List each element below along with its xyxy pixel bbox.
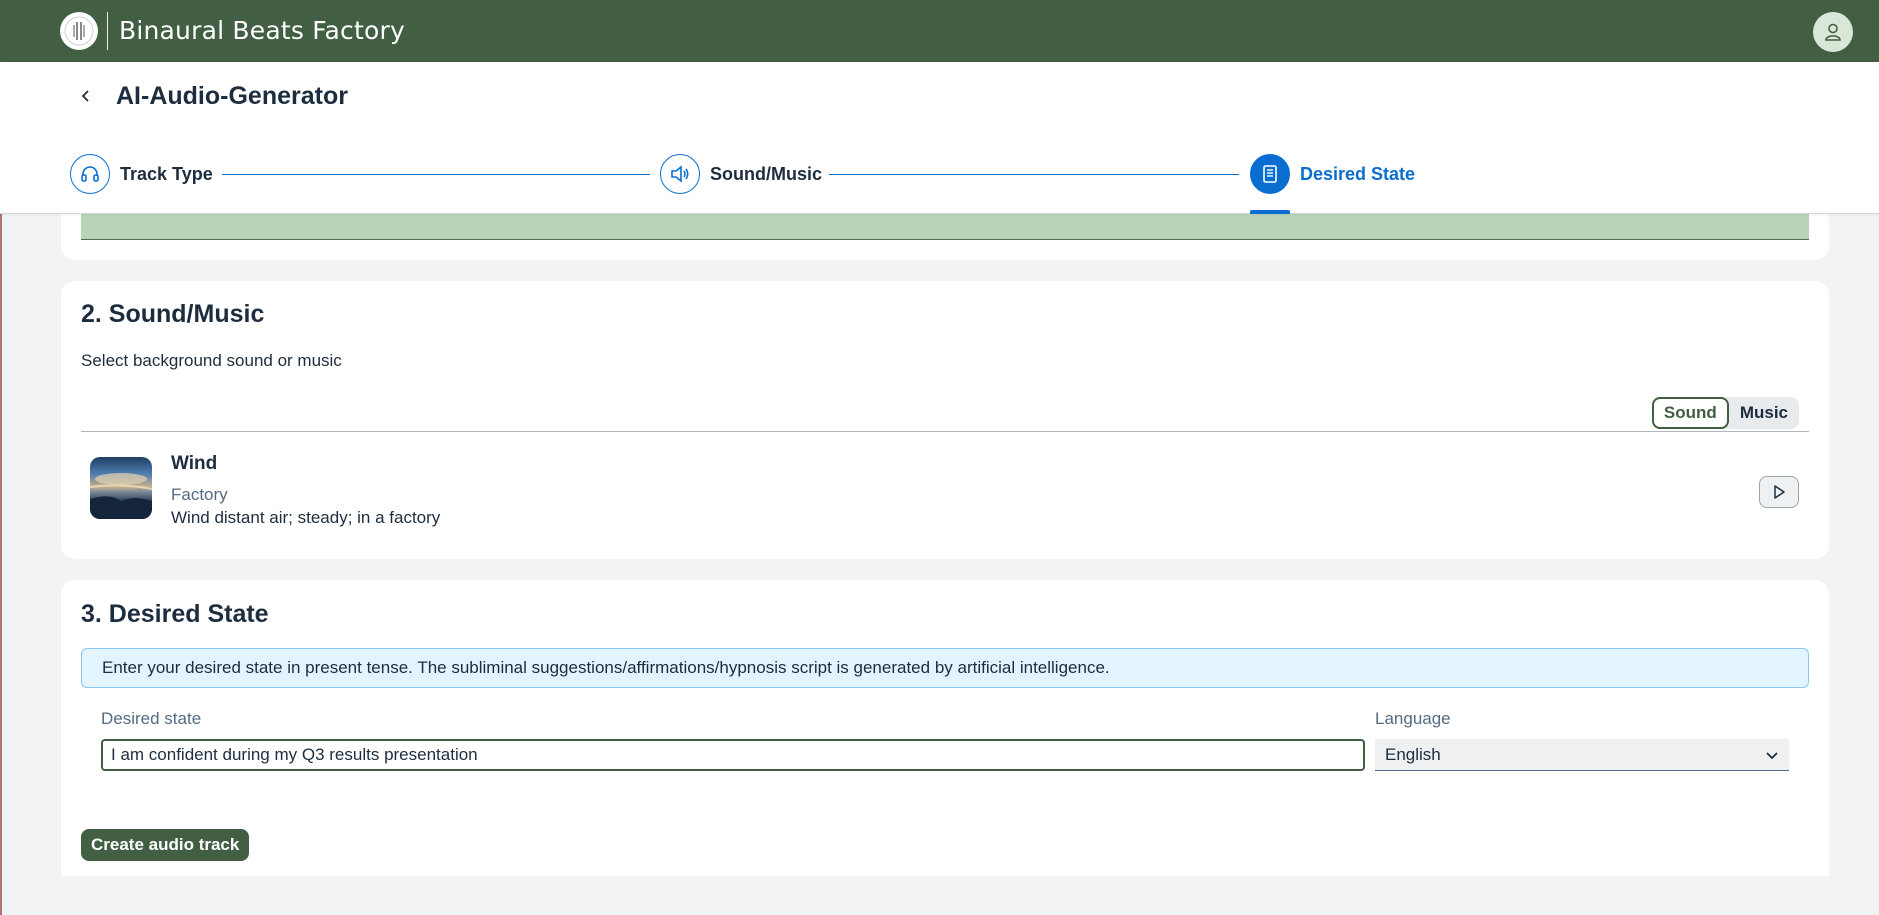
language-select[interactable]: English [1375, 739, 1789, 771]
user-avatar[interactable] [1813, 12, 1853, 52]
wind-thumbnail [90, 457, 152, 519]
sound-toggle-button[interactable]: Sound [1651, 397, 1729, 429]
page-header: AI-Audio-Generator Track Type Sound/Musi… [0, 62, 1879, 214]
sound-music-toggle: Sound Music [1651, 397, 1799, 429]
create-audio-track-button[interactable]: Create audio track [81, 829, 250, 861]
language-value: English [1385, 744, 1441, 764]
step-track-type[interactable]: Track Type [70, 154, 213, 194]
section-title: 2. Sound/Music [81, 300, 265, 328]
section-title: 3. Desired State [81, 600, 269, 628]
back-button[interactable] [74, 84, 98, 108]
chevron-down-icon [1766, 751, 1778, 759]
track-type-selection-strip[interactable] [81, 210, 1809, 240]
document-icon [1250, 154, 1290, 194]
shell-bar: Binaural Beats Factory [0, 0, 1879, 62]
step-label: Sound/Music [710, 163, 822, 184]
sound-item-category: Factory [171, 485, 228, 504]
play-button[interactable] [1759, 476, 1799, 508]
section-subtitle: Select background sound or music [81, 351, 342, 370]
language-label: Language [1375, 709, 1451, 728]
speaker-icon [660, 154, 700, 194]
desired-state-input[interactable] [101, 739, 1365, 771]
user-icon [1825, 23, 1841, 41]
page-title: AI-Audio-Generator [116, 82, 348, 110]
play-icon [1774, 485, 1785, 499]
desired-state-label: Desired state [101, 709, 202, 728]
sound-item-description: Wind distant air; steady; in a factory [171, 508, 441, 527]
step-label: Track Type [120, 163, 213, 184]
music-toggle-button[interactable]: Music [1729, 397, 1799, 429]
sound-item-title: Wind [171, 453, 218, 474]
step-connector [829, 174, 1239, 175]
step-connector [222, 174, 650, 175]
step-sound-music[interactable]: Sound/Music [660, 154, 822, 194]
logo-divider [107, 12, 108, 50]
headphones-icon [70, 154, 110, 194]
step-desired-state[interactable]: Desired State [1250, 154, 1415, 194]
divider [81, 431, 1809, 432]
sound-music-section: 2. Sound/Music Select background sound o… [61, 281, 1829, 559]
app-title: Binaural Beats Factory [119, 16, 405, 45]
desired-state-section: 3. Desired State Enter your desired stat… [61, 580, 1829, 876]
app-logo-icon[interactable] [60, 12, 98, 50]
active-step-indicator [1250, 210, 1290, 214]
info-message: Enter your desired state in present tens… [81, 648, 1809, 688]
step-label: Desired State [1300, 163, 1416, 184]
chevron-left-icon [81, 90, 89, 102]
